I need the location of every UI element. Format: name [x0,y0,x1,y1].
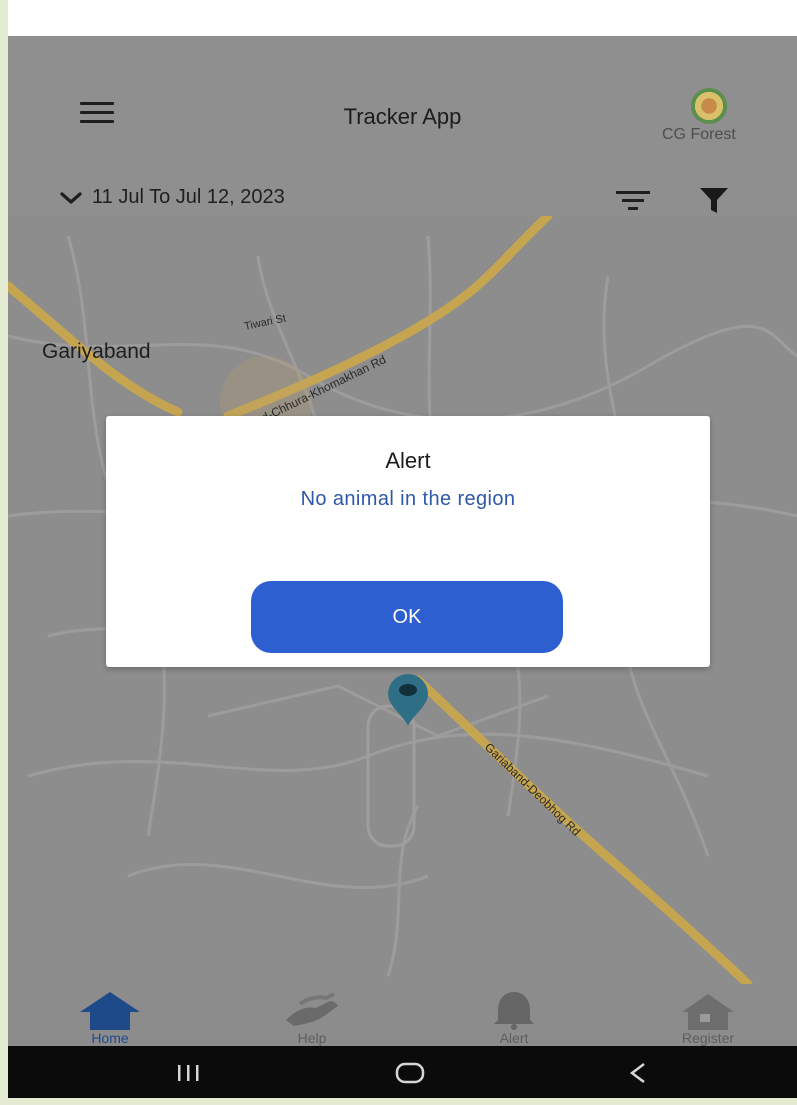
system-navigation-bar [8,1046,797,1098]
nav-item-alert[interactable]: Alert [454,984,574,1046]
filter-funnel-icon[interactable] [698,184,730,216]
nav-item-home[interactable]: Home [50,984,170,1046]
nav-label-home: Home [91,1030,129,1046]
bottom-navigation: Home Help Alert Register [8,984,797,1046]
bell-icon [494,992,534,1030]
nav-label-alert: Alert [499,1030,529,1046]
app-header: Tracker App CG Forest 11 Jul To Jul 12, … [8,36,797,216]
chevron-down-icon [60,191,82,204]
cg-forest-logo [691,88,727,124]
date-range-selector[interactable]: 11 Jul To Jul 12, 2023 [60,186,285,209]
status-bar [8,0,797,36]
app-screen: Tracker App CG Forest 11 Jul To Jul 12, … [8,0,797,1098]
recents-icon[interactable] [148,1046,228,1098]
location-pin-icon[interactable] [382,672,434,728]
logo-label: CG Forest [662,126,736,143]
handshake-icon [286,992,338,1026]
back-icon[interactable] [598,1046,678,1098]
sort-icon[interactable] [614,186,652,216]
alert-dialog: Alert No animal in the region OK [106,416,710,667]
home-icon [80,992,140,1030]
date-range-text: 11 Jul To Jul 12, 2023 [92,186,285,208]
system-home-icon[interactable] [370,1046,450,1098]
dialog-title: Alert [385,448,431,473]
nav-label-help: Help [297,1030,327,1046]
nav-item-register[interactable]: Register [648,984,768,1046]
town-label: Gariyaband [42,340,151,363]
nav-label-register: Register [681,1030,735,1046]
nav-item-help[interactable]: Help [252,984,372,1046]
ok-button[interactable]: OK [251,581,563,653]
house-register-icon [682,994,734,1030]
dialog-message: No animal in the region [300,488,516,510]
